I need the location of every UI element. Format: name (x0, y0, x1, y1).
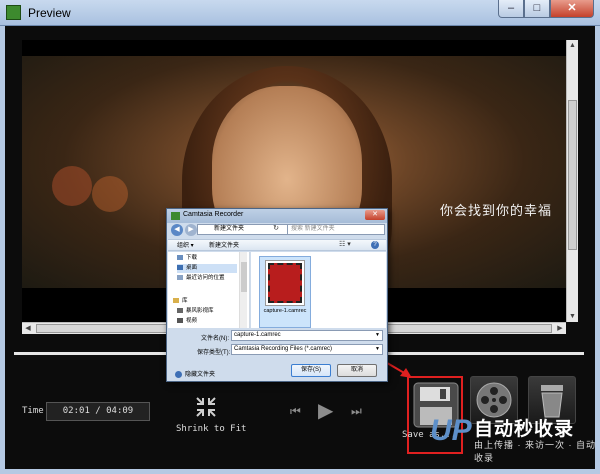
video-subtitle: 你会找到你的幸福 (439, 204, 552, 219)
filetype-value: Camtasia Recording Files (*.camrec) (234, 346, 333, 352)
nav-item-recent[interactable]: 最近访问的位置 (177, 274, 237, 283)
collapse-icon (175, 370, 182, 378)
file-name: capture-1.camrec (263, 308, 307, 314)
watermark-subtitle: 由上传播 · 来访一次 · 自动收录 (474, 440, 596, 463)
next-icon[interactable]: ⏭ (351, 404, 362, 419)
scroll-thumb[interactable] (241, 262, 247, 292)
save-dialog: Camtasia Recorder ✕ ◀ ▶ 新建文件夹 ↻ 搜索 新建文件夹… (166, 208, 388, 382)
scroll-left-icon[interactable]: ◀ (22, 323, 34, 334)
shrink-to-fit-label: Shrink to Fit (176, 424, 247, 434)
watermark-logo: UP (430, 414, 472, 447)
breadcrumb[interactable]: 新建文件夹 (197, 224, 297, 235)
filetype-select[interactable]: Camtasia Recording Files (*.camrec) ▼ (231, 344, 383, 355)
back-icon[interactable]: ◀ (171, 224, 183, 236)
nav-item-storm-library[interactable]: 暴风影视库 (177, 307, 237, 316)
window-title: Preview (28, 6, 71, 20)
hide-folders-toggle[interactable]: 隐藏文件夹 (175, 369, 215, 378)
dialog-title: Camtasia Recorder (183, 211, 244, 218)
dropdown-icon[interactable]: ▼ (375, 331, 380, 340)
nav-item-libraries[interactable]: 库 (173, 297, 233, 306)
filename-value: capture-1.camrec (234, 332, 281, 338)
video-library-icon (177, 308, 183, 314)
forward-icon[interactable]: ▶ (185, 224, 197, 236)
view-options-icon[interactable]: ☷ ▾ (339, 240, 351, 248)
filename-label: 文件名(N): (201, 336, 229, 342)
filename-input[interactable]: capture-1.camrec ▼ (231, 330, 383, 341)
shrink-to-fit-icon[interactable] (194, 395, 218, 419)
folder-icon (177, 255, 183, 261)
save-button[interactable]: 保存(S) (291, 364, 331, 377)
dialog-toolbar (168, 239, 386, 251)
title-bar: Preview – □ ✕ (0, 0, 600, 26)
recent-icon (177, 275, 183, 281)
bokeh-light (92, 176, 128, 212)
minimize-button[interactable]: – (498, 0, 524, 18)
time-label: Time (22, 406, 44, 416)
previous-icon[interactable]: ⏮ (290, 404, 301, 419)
vertical-scrollbar[interactable]: ▲ ▼ (566, 40, 578, 322)
dropdown-icon[interactable]: ▼ (375, 345, 380, 354)
maximize-button[interactable]: □ (524, 0, 550, 18)
nav-scrollbar[interactable] (239, 252, 247, 328)
nav-item-downloads[interactable]: 下载 (177, 254, 237, 263)
desktop-icon (177, 265, 183, 271)
nav-item-desktop[interactable]: 桌面 (177, 264, 237, 273)
watermark-title: 自动秒收录 (474, 419, 575, 440)
library-icon (173, 298, 179, 304)
time-display: 02:01 / 04:09 (46, 402, 150, 421)
scroll-up-icon[interactable]: ▲ (567, 40, 578, 51)
help-icon[interactable]: ? (371, 241, 379, 249)
window-controls: – □ ✕ (498, 0, 594, 19)
nav-item-videos[interactable]: 视频 (177, 317, 237, 326)
refresh-icon[interactable]: ↻ (271, 224, 281, 235)
dialog-close-button[interactable]: ✕ (365, 210, 385, 220)
film-icon (268, 263, 302, 303)
scroll-down-icon[interactable]: ▼ (567, 311, 578, 322)
cancel-button[interactable]: 取消 (337, 364, 377, 377)
scroll-thumb[interactable] (568, 100, 577, 250)
filetype-label: 保存类型(T): (197, 350, 231, 356)
bokeh-light (52, 166, 92, 206)
video-folder-icon (177, 318, 183, 324)
dialog-app-icon (171, 212, 180, 220)
new-folder-button[interactable]: 新建文件夹 (209, 240, 239, 249)
app-icon (6, 5, 21, 20)
scroll-right-icon[interactable]: ▶ (554, 323, 566, 334)
watermark: UP 自动秒收录 由上传播 · 来访一次 · 自动收录 (430, 414, 598, 463)
close-button[interactable]: ✕ (550, 0, 594, 18)
play-icon[interactable]: ▶ (318, 398, 333, 423)
organize-menu[interactable]: 组织 ▾ (177, 240, 194, 249)
search-input[interactable]: 搜索 新建文件夹 (287, 224, 385, 235)
